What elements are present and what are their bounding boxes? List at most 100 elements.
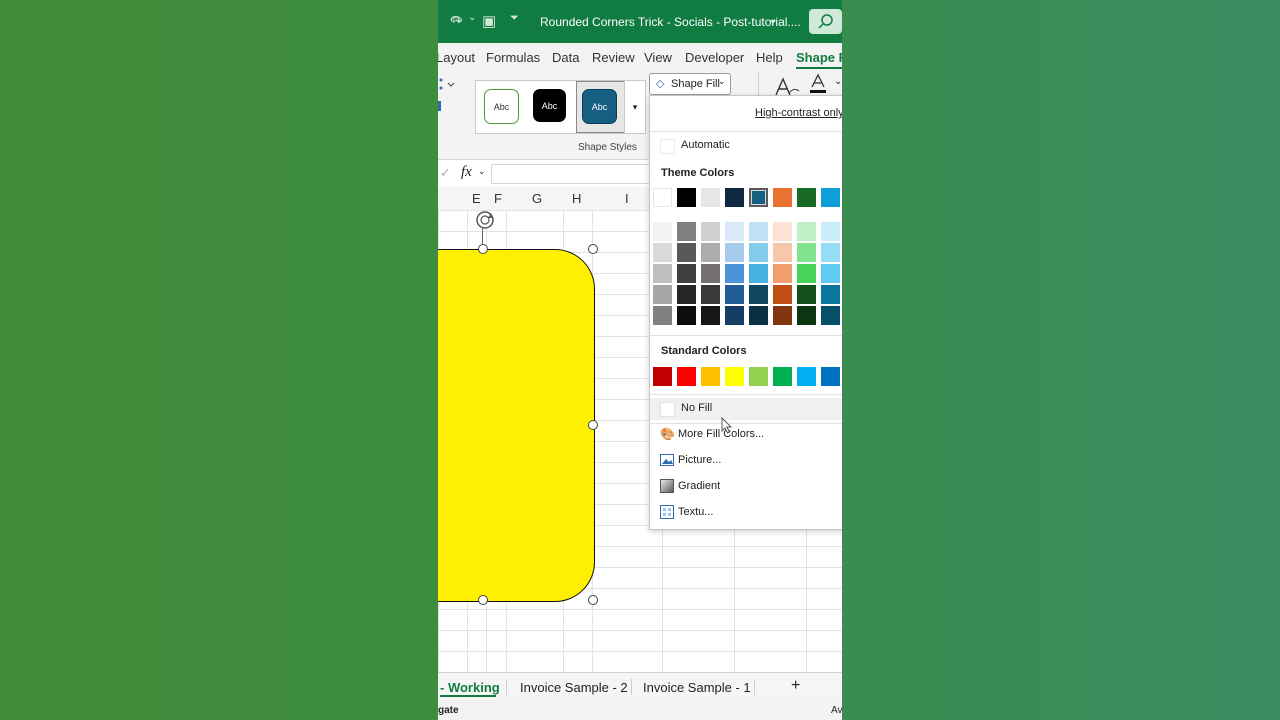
shape-fill-button[interactable]: ◇ Shape Fill ⌄ — [649, 73, 731, 95]
theme-color-swatch[interactable] — [749, 188, 768, 207]
theme-shade-swatch[interactable] — [701, 306, 720, 325]
theme-shade-swatch[interactable] — [701, 243, 720, 262]
chevron-down-icon[interactable]: ⌄ — [478, 166, 486, 177]
texture-option[interactable]: Textu... — [650, 502, 842, 524]
theme-shade-swatch[interactable] — [725, 264, 744, 283]
theme-shade-swatch[interactable] — [749, 306, 768, 325]
chevron-down-icon[interactable]: ⌄ — [834, 76, 842, 87]
theme-shade-swatch[interactable] — [797, 306, 816, 325]
redo-icon[interactable]: ↷ — [450, 12, 463, 30]
text-fill-icon[interactable] — [808, 73, 828, 95]
theme-shade-swatch[interactable] — [677, 222, 696, 241]
theme-shade-swatch[interactable] — [701, 264, 720, 283]
tab-formulas[interactable]: Formulas — [486, 50, 540, 65]
rotate-handle-icon[interactable] — [474, 209, 496, 231]
theme-shade-swatch[interactable] — [653, 243, 672, 262]
more-fill-colors-option[interactable]: 🎨 More Fill Colors... — [650, 424, 842, 446]
search-button[interactable] — [809, 9, 842, 34]
theme-shade-swatch[interactable] — [653, 264, 672, 283]
theme-color-swatch[interactable] — [677, 188, 696, 207]
column-e[interactable]: E — [472, 191, 481, 206]
resize-handle[interactable] — [588, 595, 598, 605]
tab-layout[interactable]: Layout — [438, 50, 475, 65]
theme-shade-swatch[interactable] — [797, 222, 816, 241]
resize-handle[interactable] — [588, 420, 598, 430]
tab-review[interactable]: Review — [592, 50, 635, 65]
screen-icon[interactable]: ▣ — [482, 12, 496, 30]
picture-option[interactable]: Picture... — [650, 450, 842, 472]
theme-shade-swatch[interactable] — [797, 243, 816, 262]
no-fill-option[interactable]: No Fill — [650, 398, 842, 420]
theme-shade-swatch[interactable] — [725, 285, 744, 304]
theme-shade-swatch[interactable] — [749, 243, 768, 262]
text-effects-icon[interactable] — [773, 75, 801, 97]
theme-shade-swatch[interactable] — [725, 222, 744, 241]
theme-shade-swatch[interactable] — [821, 222, 840, 241]
customize-icon[interactable]: ⏷ — [510, 12, 519, 25]
tab-help[interactable]: Help — [756, 50, 783, 65]
tab-developer[interactable]: Developer — [685, 50, 744, 65]
sheet-tab-working[interactable]: - Working — [440, 680, 500, 695]
add-sheet-button[interactable]: + — [791, 677, 800, 695]
theme-color-swatch[interactable] — [797, 188, 816, 207]
standard-color-swatch[interactable] — [677, 367, 696, 386]
rounded-rectangle-shape[interactable] — [438, 249, 595, 602]
theme-shade-swatch[interactable] — [797, 285, 816, 304]
theme-color-swatch[interactable] — [725, 188, 744, 207]
theme-shade-swatch[interactable] — [821, 285, 840, 304]
theme-shade-swatch[interactable] — [821, 264, 840, 283]
theme-shade-swatch[interactable] — [749, 222, 768, 241]
theme-shade-swatch[interactable] — [653, 306, 672, 325]
theme-shade-swatch[interactable] — [773, 285, 792, 304]
style-blue[interactable]: Abc — [582, 89, 617, 124]
theme-shade-swatch[interactable] — [677, 306, 696, 325]
function-icon[interactable]: fx — [461, 164, 472, 181]
theme-shade-swatch[interactable] — [773, 243, 792, 262]
theme-shade-swatch[interactable] — [821, 243, 840, 262]
style-black[interactable]: Abc — [533, 89, 566, 122]
theme-shade-swatch[interactable] — [797, 264, 816, 283]
theme-shade-swatch[interactable] — [773, 222, 792, 241]
column-g[interactable]: G — [532, 191, 542, 206]
formula-input[interactable] — [491, 164, 653, 184]
standard-color-swatch[interactable] — [821, 367, 840, 386]
resize-handle[interactable] — [478, 244, 488, 254]
theme-shade-swatch[interactable] — [701, 222, 720, 241]
chevron-down-icon[interactable]: ⌄ — [768, 12, 778, 26]
automatic-option[interactable]: Automatic — [650, 135, 842, 157]
theme-shade-swatch[interactable] — [677, 243, 696, 262]
standard-color-swatch[interactable] — [773, 367, 792, 386]
edit-shape-icon[interactable] — [438, 77, 456, 113]
sheet-tab-invoice-2[interactable]: Invoice Sample - 2 — [520, 680, 628, 695]
theme-shade-swatch[interactable] — [653, 285, 672, 304]
theme-shade-swatch[interactable] — [749, 285, 768, 304]
check-icon[interactable]: ✓ — [440, 165, 451, 181]
standard-color-swatch[interactable] — [701, 367, 720, 386]
theme-shade-swatch[interactable] — [773, 264, 792, 283]
theme-shade-swatch[interactable] — [725, 306, 744, 325]
theme-shade-swatch[interactable] — [677, 285, 696, 304]
tab-shape-format[interactable]: Shape Format — [796, 50, 842, 65]
theme-shade-swatch[interactable] — [725, 243, 744, 262]
standard-color-swatch[interactable] — [797, 367, 816, 386]
theme-shade-swatch[interactable] — [749, 264, 768, 283]
gradient-option[interactable]: Gradient — [650, 476, 842, 498]
column-f[interactable]: F — [494, 191, 502, 206]
high-contrast-toggle[interactable]: High-contrast only — [650, 103, 842, 125]
column-i[interactable]: I — [625, 191, 629, 206]
theme-color-swatch[interactable] — [653, 188, 672, 207]
theme-shade-swatch[interactable] — [701, 285, 720, 304]
theme-shade-swatch[interactable] — [677, 264, 696, 283]
gallery-more-button[interactable]: ▾ — [624, 80, 646, 134]
resize-handle[interactable] — [478, 595, 488, 605]
sheet-tab-invoice-1[interactable]: Invoice Sample - 1 — [643, 680, 751, 695]
theme-shade-swatch[interactable] — [821, 306, 840, 325]
theme-color-swatch[interactable] — [821, 188, 840, 207]
theme-shade-swatch[interactable] — [773, 306, 792, 325]
standard-color-swatch[interactable] — [749, 367, 768, 386]
tab-data[interactable]: Data — [552, 50, 579, 65]
standard-color-swatch[interactable] — [653, 367, 672, 386]
standard-color-swatch[interactable] — [725, 367, 744, 386]
tab-view[interactable]: View — [644, 50, 672, 65]
resize-handle[interactable] — [588, 244, 598, 254]
